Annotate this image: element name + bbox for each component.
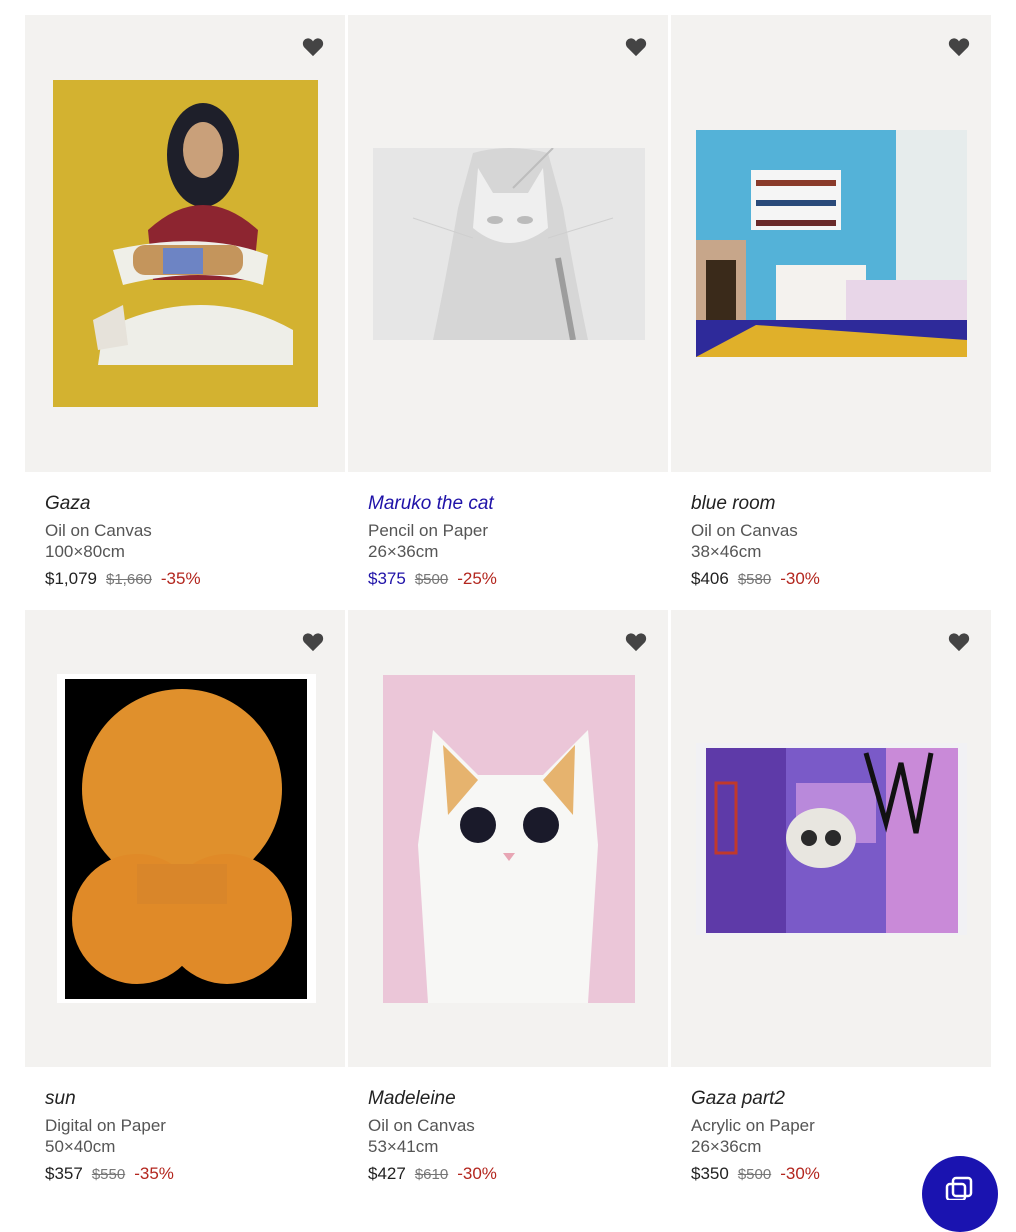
- artwork-info: Maruko the cat Pencil on Paper 26×36cm $…: [348, 472, 668, 610]
- artwork-grid: Gaza Oil on Canvas 100×80cm $1,079 $1,66…: [25, 15, 991, 1205]
- artwork-card-blue-room[interactable]: blue room Oil on Canvas 38×46cm $406 $58…: [671, 15, 991, 610]
- sale-price: $427: [368, 1164, 406, 1183]
- heart-icon[interactable]: [947, 35, 971, 59]
- original-price: $1,660: [106, 571, 152, 588]
- original-price: $500: [414, 571, 449, 588]
- price-row: $406 $580 -30%: [691, 568, 971, 591]
- price-row: $357 $550 -35%: [45, 1163, 325, 1186]
- artwork-title[interactable]: blue room: [691, 492, 971, 516]
- artwork-info: Madeleine Oil on Canvas 53×41cm $427 $61…: [348, 1067, 668, 1205]
- artwork-image-frame[interactable]: [671, 610, 991, 1067]
- chat-button[interactable]: [922, 1156, 998, 1232]
- discount-badge: -30%: [780, 1164, 820, 1183]
- sale-price: $1,079: [45, 569, 97, 588]
- painting-maruko-the-cat: [373, 148, 645, 340]
- artwork-title[interactable]: Maruko the cat: [368, 492, 648, 516]
- discount-badge: -30%: [780, 569, 820, 588]
- artwork-card-maruko-the-cat[interactable]: Maruko the cat Pencil on Paper 26×36cm $…: [348, 15, 668, 610]
- original-price: $610: [414, 1166, 449, 1183]
- sale-price: $357: [45, 1164, 83, 1183]
- artwork-card-gaza[interactable]: Gaza Oil on Canvas 100×80cm $1,079 $1,66…: [25, 15, 345, 610]
- artwork-info: sun Digital on Paper 50×40cm $357 $550 -…: [25, 1067, 345, 1205]
- heart-icon[interactable]: [947, 630, 971, 654]
- artwork-size: 38×46cm: [691, 542, 762, 561]
- original-price: $550: [91, 1166, 126, 1183]
- artwork-image-frame[interactable]: [25, 15, 345, 472]
- artwork-size: 50×40cm: [45, 1137, 116, 1156]
- discount-badge: -25%: [457, 569, 497, 588]
- price-row: $1,079 $1,660 -35%: [45, 568, 325, 591]
- heart-icon[interactable]: [301, 35, 325, 59]
- artwork-medium: Oil on Canvas: [368, 1116, 475, 1135]
- original-price: $580: [737, 571, 772, 588]
- sale-price: $406: [691, 569, 729, 588]
- artwork-image-frame[interactable]: [348, 15, 668, 472]
- discount-badge: -35%: [134, 1164, 174, 1183]
- artwork-medium: Oil on Canvas: [45, 521, 152, 540]
- artwork-card-madeleine[interactable]: Madeleine Oil on Canvas 53×41cm $427 $61…: [348, 610, 668, 1205]
- artwork-card-gaza-part2[interactable]: Gaza part2 Acrylic on Paper 26×36cm $350…: [671, 610, 991, 1205]
- original-price: $500: [737, 1166, 772, 1183]
- price-row: $375 $500 -25%: [368, 568, 648, 591]
- heart-icon[interactable]: [624, 630, 648, 654]
- painting-gaza-part2: [696, 743, 967, 935]
- artwork-size: 26×36cm: [691, 1137, 762, 1156]
- artwork-title[interactable]: sun: [45, 1087, 325, 1111]
- painting-sun: [57, 674, 316, 1003]
- artwork-medium: Oil on Canvas: [691, 521, 798, 540]
- sale-price: $375: [368, 569, 406, 588]
- artwork-image-frame[interactable]: [348, 610, 668, 1067]
- artwork-medium: Pencil on Paper: [368, 521, 489, 540]
- artwork-title[interactable]: Madeleine: [368, 1087, 648, 1111]
- painting-madeleine: [383, 675, 635, 1003]
- sale-price: $350: [691, 1164, 729, 1183]
- artwork-info: Gaza Oil on Canvas 100×80cm $1,079 $1,66…: [25, 472, 345, 610]
- artwork-title[interactable]: Gaza part2: [691, 1087, 971, 1111]
- artwork-medium: Digital on Paper: [45, 1116, 166, 1135]
- painting-blue-room: [696, 130, 967, 357]
- artwork-title[interactable]: Gaza: [45, 492, 325, 516]
- artwork-info: blue room Oil on Canvas 38×46cm $406 $58…: [671, 472, 991, 610]
- chat-icon: [945, 1176, 973, 1200]
- artwork-medium: Acrylic on Paper: [691, 1116, 815, 1135]
- artwork-image-frame[interactable]: [671, 15, 991, 472]
- artwork-image-frame[interactable]: [25, 610, 345, 1067]
- heart-icon[interactable]: [624, 35, 648, 59]
- heart-icon[interactable]: [301, 630, 325, 654]
- artwork-size: 26×36cm: [368, 542, 439, 561]
- discount-badge: -35%: [160, 569, 201, 588]
- artwork-card-sun[interactable]: sun Digital on Paper 50×40cm $357 $550 -…: [25, 610, 345, 1205]
- price-row: $427 $610 -30%: [368, 1163, 648, 1186]
- artwork-size: 53×41cm: [368, 1137, 439, 1156]
- painting-gaza: [53, 80, 318, 407]
- artwork-size: 100×80cm: [45, 542, 125, 561]
- discount-badge: -30%: [457, 1164, 497, 1183]
